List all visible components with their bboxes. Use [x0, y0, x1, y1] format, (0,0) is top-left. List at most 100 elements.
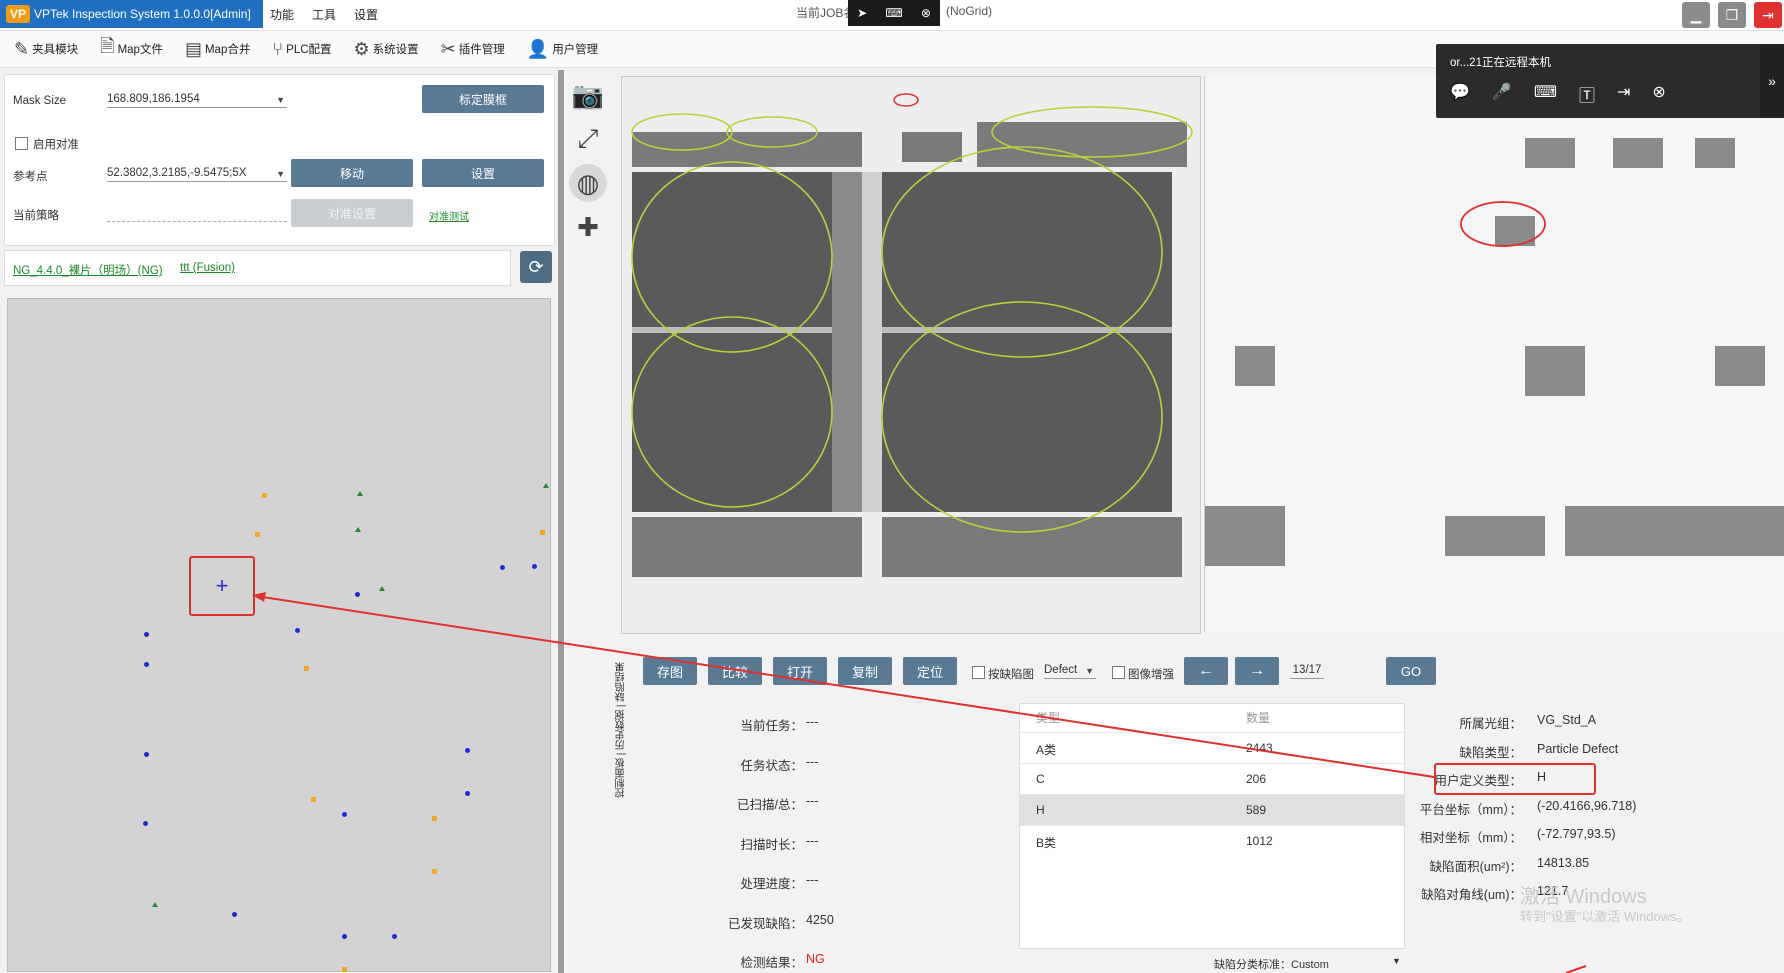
ref-point-field[interactable]: 52.3802,3.2185,-9.5475;5X ▼ — [107, 167, 287, 182]
detail-value: (-20.4166,96.718) — [1537, 798, 1637, 813]
camera-icon[interactable]: 📷 — [569, 76, 607, 114]
map-die-marker[interactable] — [232, 912, 237, 917]
enable-align-checkbox[interactable] — [15, 137, 28, 150]
fusion-link[interactable]: ttt (Fusion) — [180, 262, 235, 274]
toolbar-fixture[interactable]: ✎ 夹具模块 — [6, 34, 86, 64]
strategy-label: 当前策略 — [13, 210, 59, 222]
table-row[interactable]: A类 2443 — [1020, 732, 1404, 764]
locate-button[interactable]: 定位 — [903, 657, 957, 685]
map-die-marker[interactable] — [144, 632, 149, 637]
toolbar-plc[interactable]: ⑂ PLC配置 — [264, 34, 339, 64]
map-die-marker[interactable] — [304, 666, 309, 671]
prev-defect-button[interactable]: ← — [1184, 657, 1228, 685]
restore-button[interactable]: ❐ — [1718, 2, 1746, 28]
map-die-marker[interactable] — [355, 527, 361, 532]
copy-button[interactable]: 复制 — [838, 657, 892, 685]
map-die-marker[interactable] — [392, 934, 397, 939]
move-button[interactable]: 移动 — [291, 159, 413, 187]
map-die-marker[interactable] — [342, 812, 347, 817]
wafer-grid-icon[interactable]: ◍ — [569, 164, 607, 202]
map-die-marker[interactable] — [465, 748, 470, 753]
panel-splitter[interactable] — [558, 70, 564, 973]
map-die-marker[interactable] — [379, 586, 385, 591]
align-test-link[interactable]: 对准测试 — [429, 208, 469, 223]
map-die-marker[interactable] — [342, 934, 347, 939]
save-image-button[interactable]: 存图 — [643, 657, 697, 685]
map-die-marker[interactable] — [152, 902, 158, 907]
defect-select-value: Defect — [1044, 664, 1078, 676]
toolbar-map-merge[interactable]: ▤ Map合并 — [177, 34, 258, 64]
close-icon[interactable]: ⊗ — [1652, 82, 1665, 106]
map-die-marker[interactable] — [144, 752, 149, 757]
expand-icon[interactable]: » — [1760, 44, 1784, 118]
image-enhance-checkbox[interactable] — [1112, 666, 1125, 679]
keyboard-icon[interactable]: ⌨ — [885, 6, 902, 20]
align-settings-button[interactable]: 对准设置 — [291, 199, 413, 227]
defect-zoom-image[interactable] — [1204, 76, 1784, 632]
map-die-marker[interactable] — [342, 967, 347, 972]
pointer-icon[interactable]: ➤ — [857, 6, 867, 20]
mic-icon[interactable]: 🎤 — [1492, 82, 1512, 106]
text-icon[interactable]: 🅃 — [1579, 82, 1595, 106]
merge-icon: ▤ — [184, 38, 202, 59]
map-die-marker[interactable] — [295, 628, 300, 633]
toolbar-users[interactable]: 👤 用户管理 — [519, 34, 606, 64]
refresh-button[interactable]: ⟳ — [520, 251, 552, 283]
tab-defect-results[interactable]: 缺陷结果 — [616, 662, 627, 702]
status-value: NG — [806, 952, 825, 966]
map-die-marker[interactable] — [532, 564, 537, 569]
status-label: 扫描时长： — [740, 837, 803, 852]
map-die-marker[interactable] — [357, 491, 363, 496]
map-die-marker[interactable] — [432, 869, 437, 874]
table-row[interactable]: H 589 — [1020, 794, 1404, 826]
chat-icon[interactable]: 💬 — [1450, 82, 1470, 106]
menu-settings[interactable]: 设置 — [354, 6, 378, 23]
open-button[interactable]: 打开 — [773, 657, 827, 685]
scan-overview-image[interactable] — [621, 76, 1201, 634]
measure-icon[interactable]: ✚ — [569, 208, 607, 246]
map-die-marker[interactable] — [255, 532, 260, 537]
map-die-marker[interactable] — [465, 791, 470, 796]
detail-label: 缺陷类型： — [1459, 745, 1522, 760]
selected-die-box[interactable]: + — [189, 556, 255, 616]
page-input[interactable]: 13/17 — [1290, 664, 1324, 679]
table-row[interactable]: B类 1012 — [1020, 825, 1404, 857]
classification-standard[interactable]: 缺陷分类标准：Custom — [1214, 956, 1329, 972]
toolbar-plugins[interactable]: ✂ 插件管理 — [433, 34, 513, 64]
transfer-icon[interactable]: ⇥ — [1617, 82, 1630, 106]
image-tool-column: 📷 ⤢ ◍ ✚ — [566, 70, 610, 370]
map-die-marker[interactable] — [143, 821, 148, 826]
menu-tools[interactable]: 工具 — [312, 6, 336, 23]
keyboard-icon[interactable]: ⌨ — [1534, 82, 1557, 106]
map-die-marker[interactable] — [540, 530, 545, 535]
map-die-marker[interactable] — [144, 662, 149, 667]
status-label: 当前任务： — [740, 719, 803, 733]
mask-size-field[interactable]: 168.809,186.1954 ▼ — [107, 93, 287, 108]
fit-image-icon[interactable]: ⤢ — [569, 120, 607, 158]
calibrate-frame-button[interactable]: 标定膜框 — [422, 85, 544, 113]
map-die-marker[interactable] — [432, 816, 437, 821]
go-button[interactable]: GO — [1386, 657, 1436, 685]
toolbar-system-settings[interactable]: ⚙ 系统设置 — [346, 34, 427, 64]
wafer-map[interactable] — [7, 298, 551, 972]
next-defect-button[interactable]: → — [1235, 657, 1279, 685]
menu-function[interactable]: 功能 — [270, 6, 294, 23]
by-defect-checkbox[interactable] — [972, 666, 985, 679]
map-die-marker[interactable] — [262, 493, 267, 498]
compare-button[interactable]: 比较 — [708, 657, 762, 685]
map-die-marker[interactable] — [355, 592, 360, 597]
set-button[interactable]: 设置 — [422, 159, 544, 187]
defect-select[interactable]: Defect ▼ — [1044, 664, 1096, 679]
minimize-button[interactable]: ▁ — [1682, 2, 1710, 28]
close-remote-icon[interactable]: ⊗ — [921, 6, 931, 20]
strategy-field[interactable] — [107, 207, 287, 222]
map-die-marker[interactable] — [543, 483, 549, 488]
recipe-link[interactable]: NG_4.4.0_裸片（明场）(NG) — [13, 262, 163, 278]
map-die-marker[interactable] — [311, 797, 316, 802]
toolbar-label: 夹具模块 — [32, 44, 79, 56]
map-die-marker[interactable] — [500, 565, 505, 570]
exit-button[interactable]: ⇥ — [1754, 2, 1782, 28]
table-row[interactable]: C 206 — [1020, 763, 1404, 795]
chevron-down-icon[interactable]: ▼ — [1392, 956, 1401, 966]
toolbar-map-file[interactable]: 🗎 Map文件 — [92, 34, 171, 64]
